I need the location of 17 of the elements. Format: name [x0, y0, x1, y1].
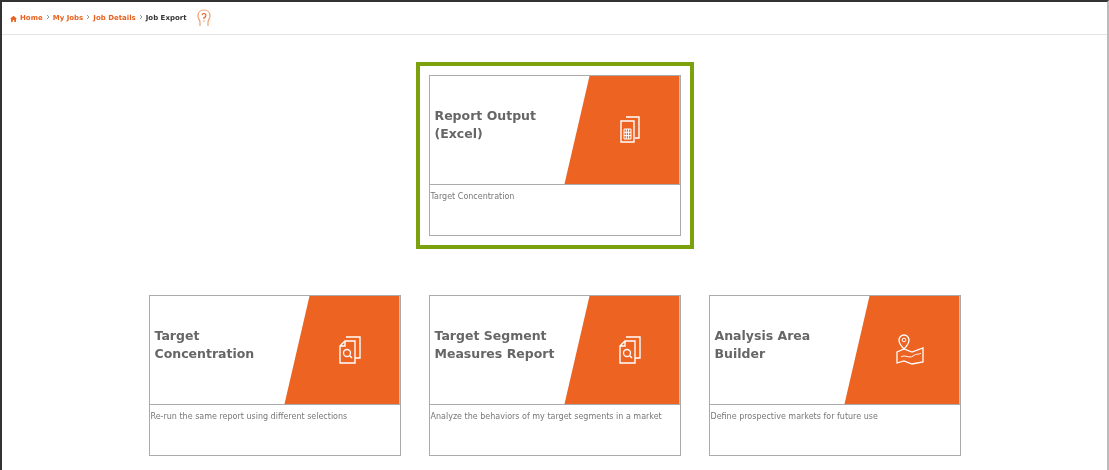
- breadcrumb-separator-icon: [45, 14, 50, 22]
- card-title: Report Output (Excel): [434, 106, 537, 143]
- breadcrumb-separator-icon: [138, 14, 143, 22]
- card-title: Target Segment Measures Report: [434, 326, 556, 363]
- card-description: Target Concentration: [429, 191, 516, 201]
- export-option-card[interactable]: Report Output (Excel) Target Concentration: [428, 75, 681, 236]
- export-option-card[interactable]: Target Segment Measures Report Analyze the behaviors of my target segments in a market: [428, 295, 681, 456]
- card-title: Analysis Area Builder: [714, 326, 812, 363]
- home-icon: [10, 14, 17, 22]
- breadcrumb-separator-icon: [86, 14, 91, 22]
- help-icon[interactable]: [195, 9, 212, 27]
- export-option-card[interactable]: Analysis Area Builder Define prospective markets for future use: [708, 295, 961, 456]
- export-option-card[interactable]: Target Concentration Re-run the same report using different selections: [148, 295, 401, 456]
- card-description: Analyze the behaviors of my target segments in a market: [429, 411, 663, 421]
- card-title: Target Concentration: [154, 326, 256, 363]
- card-description: Re-run the same report using different selections: [149, 411, 349, 421]
- card-description: Define prospective markets for future use: [709, 411, 879, 421]
